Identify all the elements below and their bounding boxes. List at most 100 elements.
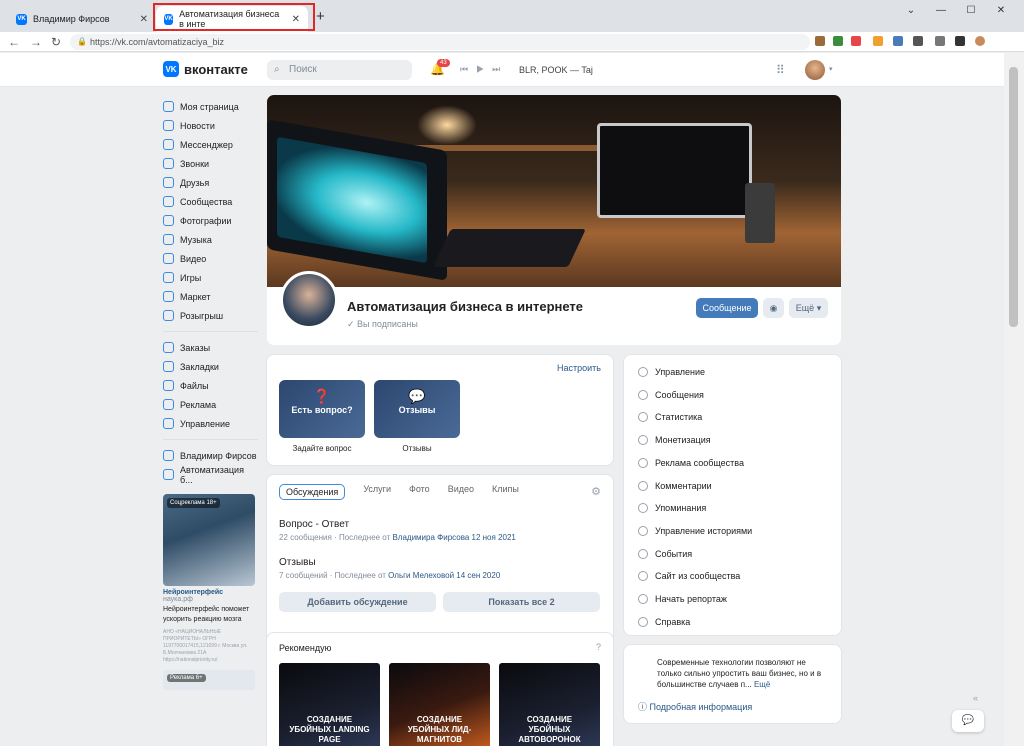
sidebar-item[interactable]: Владимир Фирсов [163, 446, 258, 465]
nav-icon [163, 101, 174, 112]
tab-group[interactable]: VK Автоматизация бизнеса в инте ✕ [156, 6, 308, 32]
url-field[interactable]: 🔒 https://vk.com/avtomatizaciya_biz [70, 34, 810, 50]
show-all-button[interactable]: Показать все 2 [443, 592, 600, 612]
nav-icon [163, 361, 174, 372]
sidebar-toggle-icon[interactable] [955, 36, 965, 46]
avatar[interactable] [805, 60, 825, 80]
player-controls[interactable]: ⏮▶⏭ [460, 64, 508, 75]
nav-icon [163, 272, 174, 283]
reload-icon[interactable]: ↻ [48, 32, 64, 52]
menu-item[interactable]: Управление историями [638, 525, 752, 536]
extension-icon[interactable] [873, 36, 883, 46]
tab[interactable]: Клипы [492, 484, 519, 500]
sidebar-item[interactable]: Фотографии [163, 211, 258, 230]
menu-icon [638, 389, 648, 400]
ad-image[interactable]: Соцреклама 18+ [163, 494, 255, 586]
menu-icon [638, 548, 648, 559]
tab[interactable]: Обсуждения [279, 484, 346, 500]
scrollbar[interactable] [1004, 53, 1024, 746]
chat-button[interactable]: 💬 [952, 710, 984, 732]
menu-item[interactable]: Статистика [638, 412, 702, 423]
menu-item[interactable]: Сайт из сообщества [638, 571, 740, 582]
menu-item[interactable]: Комментарии [638, 480, 712, 491]
collapse-icon[interactable]: « [973, 693, 978, 703]
sidebar-item[interactable]: Розыгрыш [163, 306, 258, 325]
address-bar: ← → ↻ 🔒 https://vk.com/avtomatizaciya_biz [0, 32, 1024, 52]
menu-item[interactable]: Упоминания [638, 503, 706, 514]
message-button[interactable]: Сообщение [696, 298, 758, 318]
sidebar-item[interactable]: Видео [163, 249, 258, 268]
sidebar-item[interactable]: Закладки [163, 357, 258, 376]
chevron-down-icon[interactable]: ⌄ [896, 0, 926, 20]
help-icon[interactable]: ? [596, 642, 601, 652]
extension-icon[interactable] [815, 36, 825, 46]
reviews-tile[interactable]: 💬 Отзывы [374, 380, 460, 438]
sidebar-item[interactable]: Автоматизация б... [163, 465, 258, 485]
sidebar-item[interactable]: Друзья [163, 173, 258, 192]
topic-title[interactable]: Отзывы [279, 557, 316, 568]
menu-item[interactable]: События [638, 548, 692, 559]
sidebar-item[interactable]: Файлы [163, 376, 258, 395]
group-avatar[interactable] [280, 271, 338, 329]
menu-item[interactable]: Реклама сообщества [638, 457, 744, 468]
tab[interactable]: Фото [409, 484, 430, 500]
profile-icon[interactable] [975, 36, 985, 46]
sidebar-item[interactable]: Мессенджер [163, 135, 258, 154]
ad-block[interactable]: Соцреклама 18+ Нейроинтерфейс наука.рф Н… [163, 494, 255, 690]
add-discussion-button[interactable]: Добавить обсуждение [279, 592, 436, 612]
new-tab-icon[interactable]: + [316, 8, 325, 25]
extension-icon[interactable] [893, 36, 903, 46]
ask-question-tile[interactable]: ❓ Есть вопрос? [279, 380, 365, 438]
close-tab-icon[interactable]: ✕ [292, 14, 300, 25]
vk-logo[interactable]: VK вконтакте [163, 61, 248, 77]
menu-item[interactable]: Справка [638, 616, 690, 627]
recommend-item[interactable]: СОЗДАНИЕ УБОЙНЫХ АВТОВОРОНОК [499, 663, 600, 746]
sidebar-item-label: Мессенджер [180, 139, 233, 150]
sidebar-item[interactable]: Новости [163, 116, 258, 135]
sidebar-item[interactable]: Реклама [163, 395, 258, 414]
record-icon[interactable]: ◉ [763, 298, 784, 318]
extension-icon[interactable] [935, 36, 945, 46]
nav-icon [163, 253, 174, 264]
sidebar-item[interactable]: Игры [163, 268, 258, 287]
gear-icon[interactable]: ⚙ [591, 485, 601, 498]
more-link[interactable]: Ещё [754, 680, 770, 689]
forward-icon[interactable]: → [28, 32, 44, 52]
sidebar-item[interactable]: Управление [163, 414, 258, 433]
tab[interactable]: Услуги [363, 484, 391, 500]
menu-item[interactable]: Начать репортаж [638, 594, 727, 604]
sidebar-item[interactable]: Заказы [163, 338, 258, 357]
maximize-icon[interactable]: ☐ [956, 0, 986, 20]
search-input[interactable]: ⌕ Поиск [267, 60, 412, 80]
back-icon[interactable]: ← [6, 32, 22, 52]
menu-item[interactable]: Управление [638, 367, 705, 377]
more-button[interactable]: Ещё ▾ [789, 298, 828, 318]
sidebar-item[interactable]: Сообщества [163, 192, 258, 211]
chevron-down-icon[interactable]: ▾ [829, 65, 833, 73]
sidebar-item[interactable]: Моя страница [163, 97, 258, 116]
menu-item[interactable]: Сообщения [638, 389, 704, 400]
now-playing[interactable]: BLR, POOK — Taj [519, 65, 593, 75]
recommend-item[interactable]: СОЗДАНИЕ УБОЙНЫХ ЛИД-МАГНИТОВ [389, 663, 490, 746]
settings-link[interactable]: Настроить [557, 363, 601, 373]
ad-title[interactable]: Нейроинтерфейс [163, 589, 255, 596]
extension-icon[interactable] [851, 36, 861, 46]
recommend-item[interactable]: СОЗДАНИЕ УБОЙНЫХ LANDING PAGE [279, 663, 380, 746]
minimize-icon[interactable]: — [926, 0, 956, 20]
menu-item[interactable]: Монетизация [638, 435, 711, 446]
sidebar-item[interactable]: Звонки [163, 154, 258, 173]
apps-grid-icon[interactable]: ⠿ [776, 63, 785, 77]
extension-icon[interactable] [913, 36, 923, 46]
tab[interactable]: Видео [448, 484, 474, 500]
close-tab-icon[interactable]: ✕ [140, 14, 148, 25]
scroll-thumb[interactable] [1009, 67, 1018, 327]
subscribed-status[interactable]: ✓ Вы подписаны [347, 319, 418, 330]
extension-icon[interactable] [833, 36, 843, 46]
ad-image[interactable]: Реклама 6+ [163, 670, 255, 690]
sidebar-item[interactable]: Музыка [163, 230, 258, 249]
details-link[interactable]: ⓘ Подробная информация [638, 700, 752, 713]
sidebar-item[interactable]: Маркет [163, 287, 258, 306]
close-window-icon[interactable]: ✕ [986, 0, 1016, 20]
topic-title[interactable]: Вопрос - Ответ [279, 519, 349, 530]
tab-vladimir[interactable]: VK Владимир Фирсов ✕ [8, 6, 156, 32]
